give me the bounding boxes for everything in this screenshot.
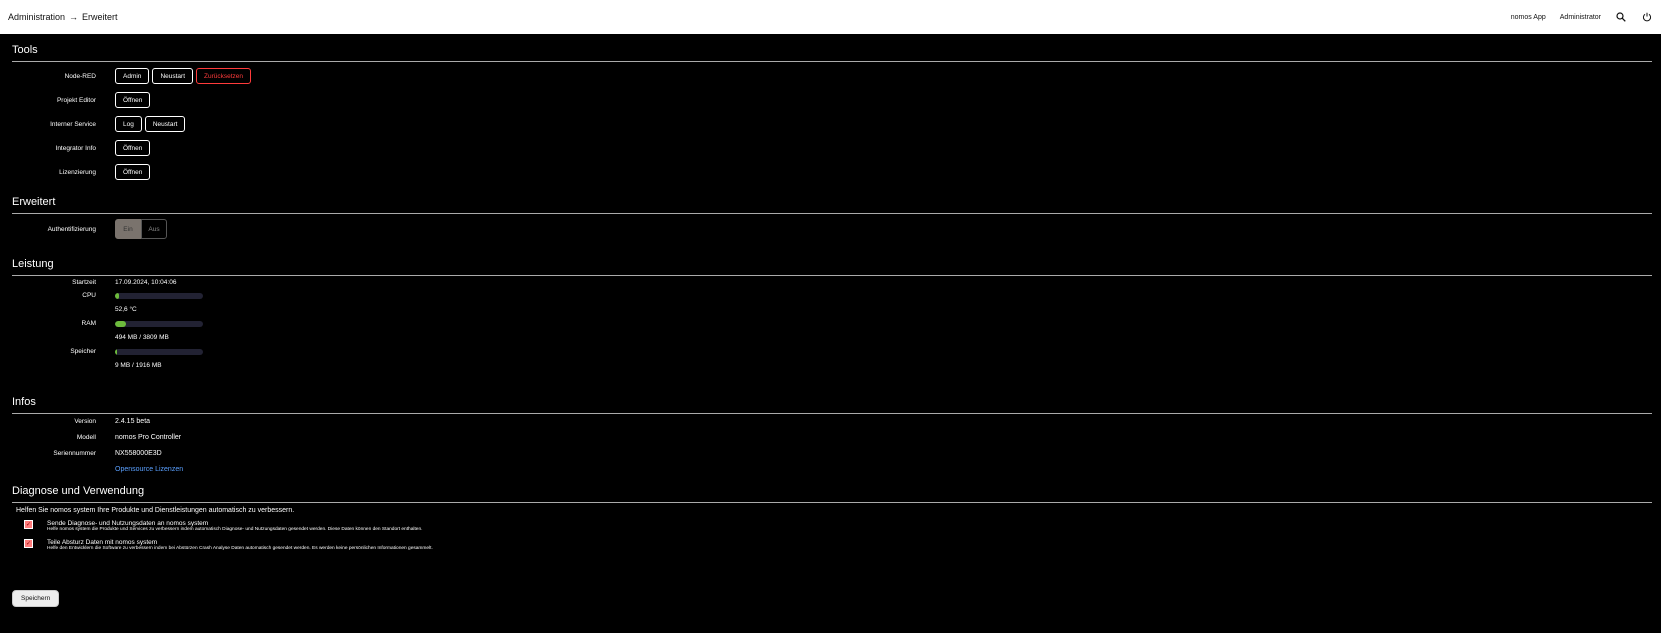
ram-usage: 494 MB / 3809 MB [115,334,169,341]
node-red-admin-button[interactable]: Admin [115,68,150,84]
tool-row-licensing: Lizenzierung Öffnen [0,164,153,180]
main-content: Tools Node-RED Admin Neustart Zurücksetz… [0,34,1661,633]
version-value: 2.4.15 beta [115,418,151,425]
advanced-section: Erweitert [12,194,1652,214]
nomos-app-link[interactable]: nomos App [1511,14,1546,21]
cpu-row: CPU [0,292,203,299]
model-label: Modell [76,434,96,441]
search-icon[interactable] [1615,11,1627,23]
serial-label: Seriennummer [53,450,96,457]
tools-section: Tools [12,42,1652,62]
tool-label: Projekt Editor [56,96,96,104]
start-time-label: Startzeit [72,279,96,286]
tool-row-internal-service: Interner Service Log Neustart [0,116,188,132]
diagnose-item-desc: Helfe den Entwicklern die Software zu ve… [47,546,433,551]
breadcrumb-current: Erweitert [82,12,118,22]
tool-row-node-red: Node-RED Admin Neustart Zurücksetzen [0,68,254,84]
opensource-licenses-link[interactable]: Opensource Lizenzen [115,466,183,473]
cpu-bar [115,292,203,299]
tool-label: Lizenzierung [59,168,96,176]
integrator-info-open-button[interactable]: Öffnen [115,140,151,156]
internal-service-restart-button[interactable]: Neustart [144,116,186,132]
tool-label: Node-RED [64,72,96,80]
model-value: nomos Pro Controller [115,434,182,441]
diagnose-intro: Helfen Sie nomos system Ihre Produkte un… [16,507,295,514]
diagnose-section: Diagnose und Verwendung [12,483,1652,503]
ram-row: RAM [0,320,203,327]
auth-on-option[interactable]: Ein [115,219,141,239]
top-right-actions: nomos App Administrator [1511,11,1653,23]
storage-bar [115,348,203,355]
diagnose-item-title: Sende Diagnose- und Nutzungsdaten an nom… [47,520,209,527]
node-red-restart-button[interactable]: Neustart [152,68,194,84]
tool-row-integrator-info: Integrator Info Öffnen [0,140,153,156]
internal-service-log-button[interactable]: Log [115,116,142,132]
ram-bar [115,320,203,327]
serial-value: NX558000E3D [115,450,162,457]
cpu-bar-fill [115,292,120,299]
power-icon[interactable] [1641,11,1653,23]
storage-value-row: 9 MB / 1916 MB [0,362,162,369]
performance-section: Leistung [12,256,1652,276]
diagnose-item: ✓ Sende Diagnose- und Nutzungsdaten an n… [24,520,422,532]
cpu-label: CPU [82,292,96,299]
section-title-diagnose: Diagnose und Verwendung [12,483,1652,503]
auth-toggle: Ein Aus [115,219,167,239]
infos-section: Infos [12,394,1652,414]
ram-bar-fill [115,320,127,327]
storage-usage: 9 MB / 1916 MB [115,362,162,369]
version-row: Version 2.4.15 beta [0,418,150,425]
auth-off-option[interactable]: Aus [141,219,167,239]
diagnose-item: ✓ Teile Absturz Daten mit nomos system H… [24,539,433,551]
diagnose-checkbox-usage[interactable]: ✓ [24,520,33,529]
tool-label: Integrator Info [55,144,96,152]
section-title-infos: Infos [12,394,1652,414]
top-bar: Administration → Erweitert nomos App Adm… [0,0,1661,34]
diagnose-checkbox-crash[interactable]: ✓ [24,539,33,548]
ram-label: RAM [81,320,96,327]
licensing-open-button[interactable]: Öffnen [115,164,151,180]
tool-label: Interner Service [50,120,96,128]
cpu-value-row: 52,6 °C [0,306,137,313]
auth-label: Authentifizierung [47,225,96,233]
save-button[interactable]: Speichern [12,590,60,607]
section-title-performance: Leistung [12,256,1652,276]
serial-row: Seriennummer NX558000E3D [0,450,162,457]
user-menu[interactable]: Administrator [1560,14,1601,21]
version-label: Version [74,418,96,425]
breadcrumb-separator: → [69,12,79,22]
auth-row: Authentifizierung Ein Aus [0,219,167,239]
start-time-row: Startzeit 17.09.2024, 10:04:06 [0,279,176,286]
storage-label: Speicher [70,348,96,355]
storage-row: Speicher [0,348,203,355]
cpu-temperature: 52,6 °C [115,306,137,313]
tool-row-project-editor: Projekt Editor Öffnen [0,92,153,108]
opensource-row: Opensource Lizenzen [0,466,183,473]
start-time-value: 17.09.2024, 10:04:06 [115,279,177,286]
section-title-advanced: Erweitert [12,194,1652,214]
breadcrumb-parent[interactable]: Administration [8,12,65,22]
diagnose-item-title: Teile Absturz Daten mit nomos system [47,539,158,546]
node-red-reset-button[interactable]: Zurücksetzen [196,68,252,84]
model-row: Modell nomos Pro Controller [0,434,181,441]
ram-value-row: 494 MB / 3809 MB [0,334,169,341]
storage-bar-fill [115,348,117,355]
project-editor-open-button[interactable]: Öffnen [115,92,151,108]
diagnose-item-desc: Helfe nomos system die Produkte und Serv… [47,527,423,532]
section-title-tools: Tools [12,42,1652,62]
breadcrumb: Administration → Erweitert [8,12,118,22]
